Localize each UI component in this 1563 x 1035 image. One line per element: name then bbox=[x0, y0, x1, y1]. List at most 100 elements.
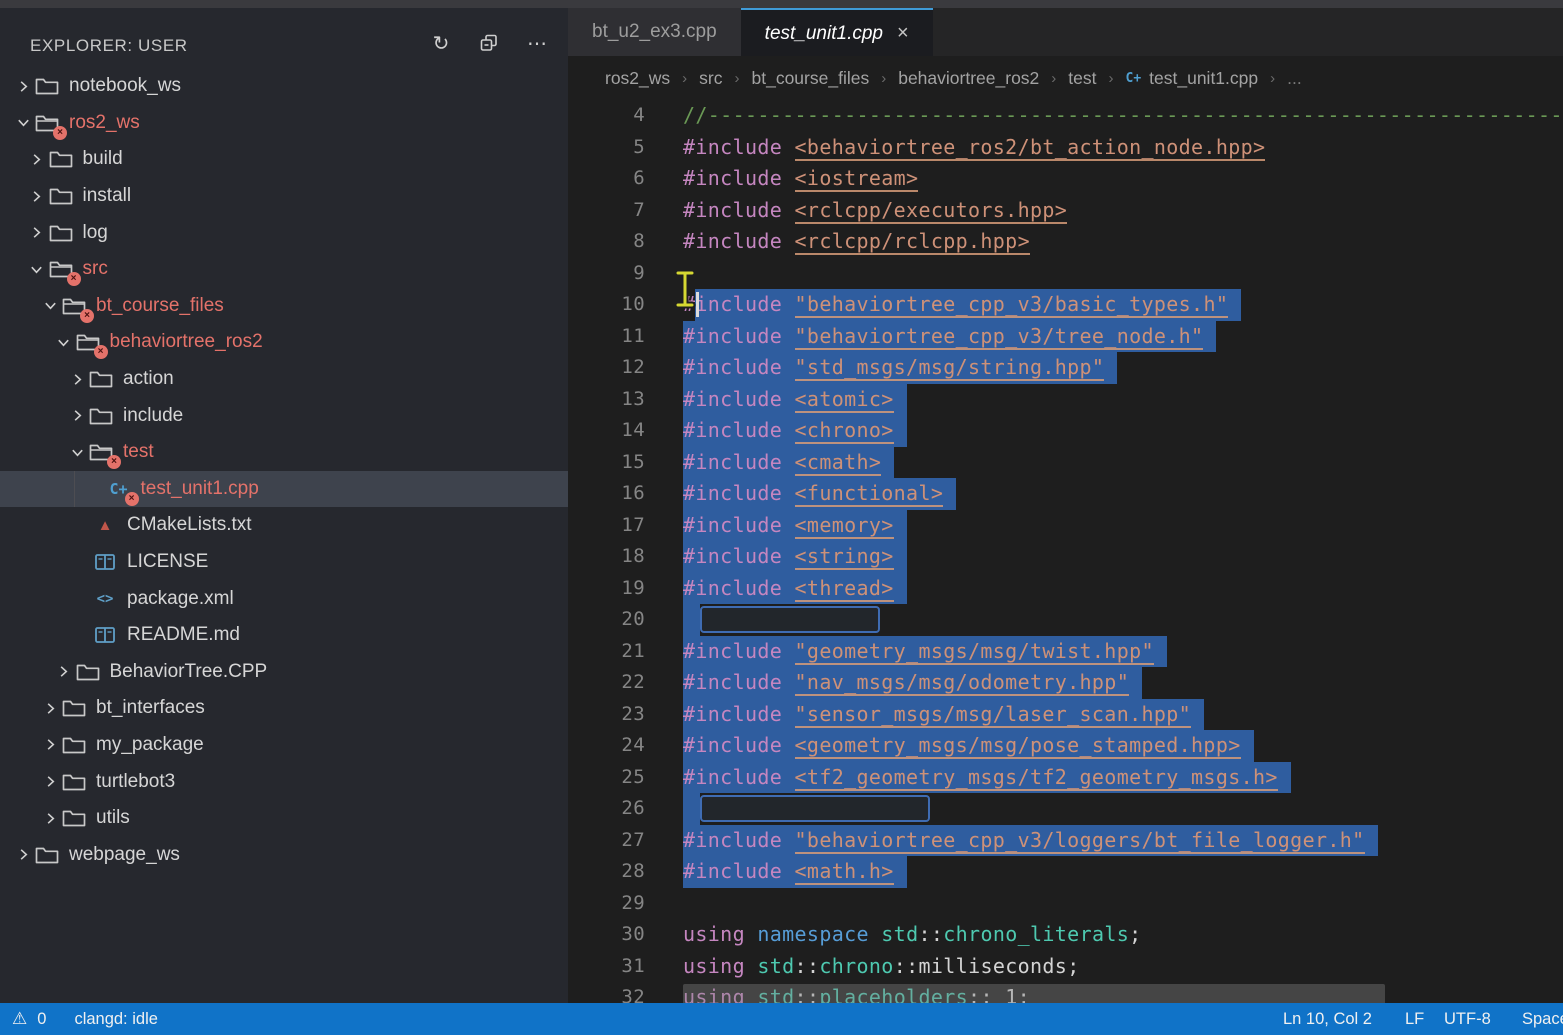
code-line-8[interactable]: 8#include <rclcpp/rclcpp.hpp> bbox=[568, 226, 1563, 258]
chevron-right-icon[interactable] bbox=[39, 773, 61, 791]
breadcrumb-item-behaviortree_ros2[interactable]: behaviortree_ros2 bbox=[898, 68, 1039, 89]
tree-folder-action[interactable]: action bbox=[0, 361, 568, 398]
tab-bt_u2_ex3.cpp[interactable]: bt_u2_ex3.cpp bbox=[568, 8, 741, 56]
tree-file-package.xml[interactable]: <>package.xml bbox=[0, 580, 568, 617]
tree-item-label: ros2_ws bbox=[69, 112, 140, 134]
tree-folder-src[interactable]: ×src bbox=[0, 251, 568, 288]
code-line-15[interactable]: 15#include <cmath> bbox=[568, 447, 1563, 479]
code-line-27[interactable]: 27#include "behaviortree_cpp_v3/loggers/… bbox=[568, 825, 1563, 857]
chevron-right-icon[interactable] bbox=[66, 407, 88, 425]
chevron-down-icon[interactable] bbox=[66, 443, 88, 461]
tree-folder-bt_course_files[interactable]: ×bt_course_files bbox=[0, 288, 568, 325]
folder-icon bbox=[48, 222, 74, 244]
line-number: 24 bbox=[568, 730, 645, 762]
line-number: 4 bbox=[568, 100, 645, 132]
tree-folder-test[interactable]: ×test bbox=[0, 434, 568, 471]
chevron-right-icon[interactable] bbox=[39, 699, 61, 717]
tree-file-CMakeLists.txt[interactable]: ▲CMakeLists.txt bbox=[0, 507, 568, 544]
code-line-23[interactable]: 23#include "sensor_msgs/msg/laser_scan.h… bbox=[568, 699, 1563, 731]
code-line-14[interactable]: 14#include <chrono> bbox=[568, 415, 1563, 447]
tree-folder-log[interactable]: log bbox=[0, 214, 568, 251]
code-token: #include bbox=[683, 765, 795, 789]
code-line-30[interactable]: 30using namespace std::chrono_literals; bbox=[568, 919, 1563, 951]
breadcrumb-item-test_unit1.cpp[interactable]: test_unit1.cpp bbox=[1149, 68, 1258, 89]
tab-test_unit1.cpp[interactable]: test_unit1.cpp× bbox=[741, 8, 933, 56]
chevron-down-icon[interactable] bbox=[26, 260, 48, 278]
code-line-26[interactable]: 26 bbox=[568, 793, 1563, 825]
status-cursor-position[interactable]: Ln 10, Col 2 bbox=[1283, 1003, 1372, 1035]
code-line-21[interactable]: 21#include "geometry_msgs/msg/twist.hpp" bbox=[568, 636, 1563, 668]
tree-folder-turtlebot3[interactable]: turtlebot3 bbox=[0, 763, 568, 800]
problems-indicator[interactable]: ⚠ 0 bbox=[12, 1009, 46, 1029]
refresh-icon[interactable]: ↻ bbox=[428, 30, 454, 56]
code-line-9[interactable]: 9 bbox=[568, 258, 1563, 290]
code-editor[interactable]: 4//-------------------------------------… bbox=[568, 100, 1563, 1003]
code-line-29[interactable]: 29 bbox=[568, 888, 1563, 920]
chevron-down-icon[interactable] bbox=[12, 114, 34, 132]
tree-folder-include[interactable]: include bbox=[0, 397, 568, 434]
status-eol[interactable]: LF bbox=[1405, 1003, 1424, 1035]
code-line-20[interactable]: 20 bbox=[568, 604, 1563, 636]
chevron-right-icon[interactable] bbox=[26, 150, 48, 168]
clangd-status[interactable]: clangd: idle bbox=[74, 1010, 157, 1029]
tree-folder-BehaviorTree.CPP[interactable]: BehaviorTree.CPP bbox=[0, 654, 568, 691]
code-line-4[interactable]: 4//-------------------------------------… bbox=[568, 100, 1563, 132]
code-line-18[interactable]: 18#include <string> bbox=[568, 541, 1563, 573]
tree-file-test_unit1.cpp[interactable]: C+×test_unit1.cpp bbox=[0, 471, 568, 508]
breadcrumb-item-test[interactable]: test bbox=[1068, 68, 1096, 89]
breadcrumb-item-src[interactable]: src bbox=[699, 68, 722, 89]
close-icon[interactable]: × bbox=[897, 11, 909, 56]
tree-folder-utils[interactable]: utils bbox=[0, 800, 568, 837]
breadcrumb-item-bt_course_files[interactable]: bt_course_files bbox=[752, 68, 870, 89]
folder-icon bbox=[88, 405, 114, 427]
tree-file-LICENSE[interactable]: LICENSE bbox=[0, 544, 568, 581]
more-actions-icon[interactable]: ⋯ bbox=[524, 30, 550, 56]
status-encoding[interactable]: UTF-8 bbox=[1444, 1003, 1491, 1035]
tree-item-label: behaviortree_ros2 bbox=[110, 331, 263, 353]
status-indentation[interactable]: Spaces bbox=[1522, 1003, 1563, 1035]
code-line-10[interactable]: 10#include "behaviortree_cpp_v3/basic_ty… bbox=[568, 289, 1563, 321]
code-token: #include bbox=[683, 324, 795, 348]
line-content: #include "sensor_msgs/msg/laser_scan.hpp… bbox=[645, 699, 1204, 731]
tree-file-README.md[interactable]: README.md bbox=[0, 617, 568, 654]
code-line-11[interactable]: 11#include "behaviortree_cpp_v3/tree_nod… bbox=[568, 321, 1563, 353]
code-line-6[interactable]: 6#include <iostream> bbox=[568, 163, 1563, 195]
code-line-25[interactable]: 25#include <tf2_geometry_msgs/tf2_geomet… bbox=[568, 762, 1563, 794]
code-line-22[interactable]: 22#include "nav_msgs/msg/odometry.hpp" bbox=[568, 667, 1563, 699]
tree-folder-install[interactable]: install bbox=[0, 178, 568, 215]
code-line-16[interactable]: 16#include <functional> bbox=[568, 478, 1563, 510]
chevron-right-icon[interactable] bbox=[66, 370, 88, 388]
line-number: 15 bbox=[568, 447, 645, 479]
tree-folder-my_package[interactable]: my_package bbox=[0, 727, 568, 764]
chevron-right-icon[interactable] bbox=[12, 77, 34, 95]
breadcrumb-item-...[interactable]: ... bbox=[1287, 68, 1302, 89]
collapse-all-icon[interactable] bbox=[476, 30, 502, 56]
code-line-17[interactable]: 17#include <memory> bbox=[568, 510, 1563, 542]
code-line-24[interactable]: 24#include <geometry_msgs/msg/pose_stamp… bbox=[568, 730, 1563, 762]
tree-folder-behaviortree_ros2[interactable]: ×behaviortree_ros2 bbox=[0, 324, 568, 361]
chevron-right-icon[interactable] bbox=[39, 809, 61, 827]
chevron-right-icon[interactable] bbox=[26, 187, 48, 205]
chevron-down-icon[interactable] bbox=[53, 333, 75, 351]
tree-folder-bt_interfaces[interactable]: bt_interfaces bbox=[0, 690, 568, 727]
code-line-19[interactable]: 19#include <thread> bbox=[568, 573, 1563, 605]
code-line-13[interactable]: 13#include <atomic> bbox=[568, 384, 1563, 416]
chevron-down-icon[interactable] bbox=[39, 297, 61, 315]
chevron-right-icon[interactable] bbox=[12, 846, 34, 864]
chevron-right-icon[interactable] bbox=[39, 736, 61, 754]
tree-folder-notebook_ws[interactable]: notebook_ws bbox=[0, 68, 568, 105]
breadcrumb-item-ros2_ws[interactable]: ros2_ws bbox=[605, 68, 670, 89]
breadcrumb-separator: › bbox=[1109, 70, 1114, 87]
cmake-file-icon: ▲ bbox=[92, 514, 118, 536]
horizontal-scrollbar[interactable] bbox=[683, 984, 1385, 1003]
chevron-right-icon[interactable] bbox=[26, 224, 48, 242]
code-line-31[interactable]: 31using std::chrono::milliseconds; bbox=[568, 951, 1563, 983]
code-line-7[interactable]: 7#include <rclcpp/executors.hpp> bbox=[568, 195, 1563, 227]
tree-folder-webpage_ws[interactable]: webpage_ws bbox=[0, 836, 568, 873]
chevron-right-icon[interactable] bbox=[53, 663, 75, 681]
code-line-28[interactable]: 28#include <math.h> bbox=[568, 856, 1563, 888]
code-line-12[interactable]: 12#include "std_msgs/msg/string.hpp" bbox=[568, 352, 1563, 384]
tree-folder-ros2_ws[interactable]: ×ros2_ws bbox=[0, 105, 568, 142]
code-line-5[interactable]: 5#include <behaviortree_ros2/bt_action_n… bbox=[568, 132, 1563, 164]
tree-folder-build[interactable]: build bbox=[0, 141, 568, 178]
